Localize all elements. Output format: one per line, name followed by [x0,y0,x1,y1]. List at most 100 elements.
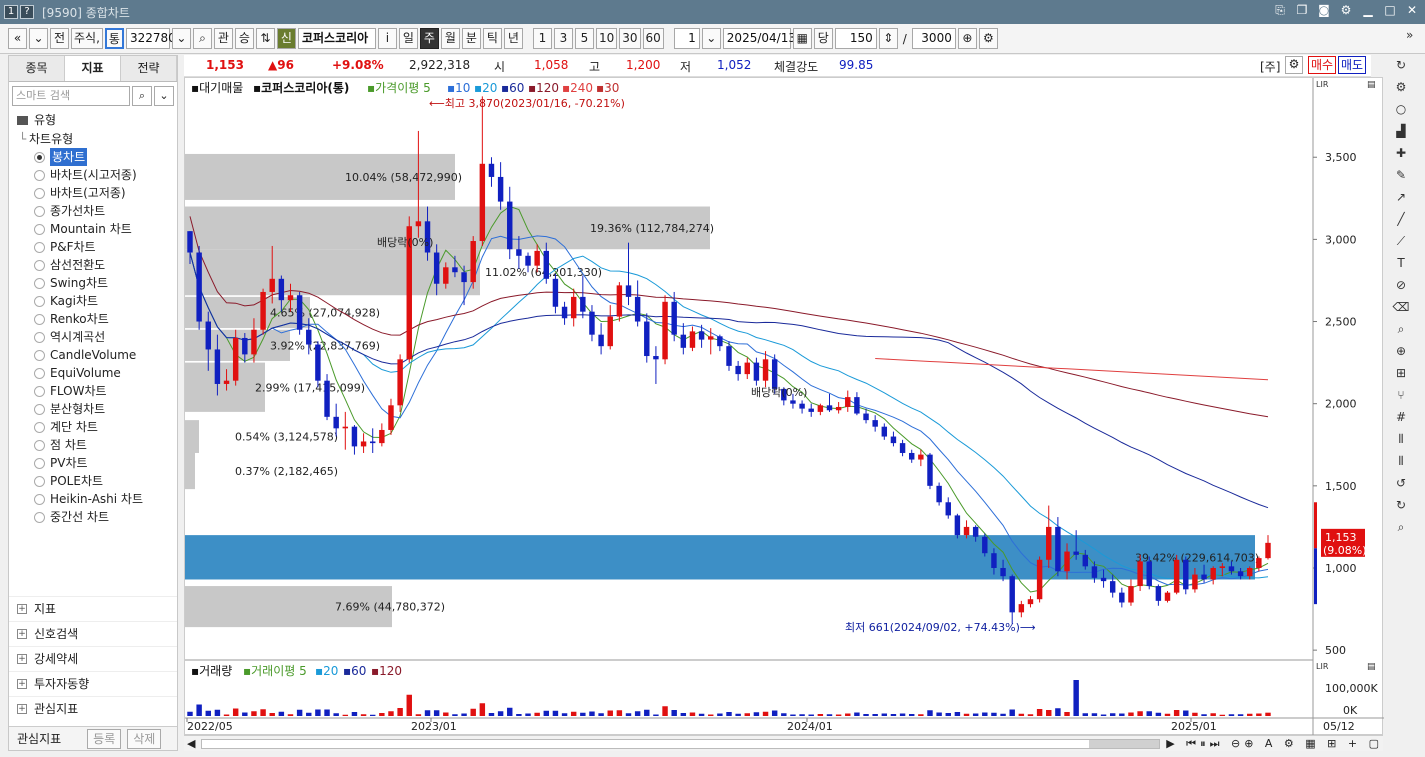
minimize-icon[interactable]: ▁ [1361,3,1375,17]
group-strength[interactable]: + 강세약세 [9,646,177,671]
radio-icon[interactable] [34,187,45,199]
unit-label[interactable]: [주] [1260,58,1280,75]
all-icon[interactable]: ⊘ [1391,275,1411,296]
chart-type-item[interactable]: 계단 차트 [9,418,177,436]
pencil-icon[interactable]: ✎ [1391,165,1411,186]
interval-10-button[interactable]: 10 [595,28,618,49]
radio-icon[interactable] [34,421,45,433]
buy-button[interactable]: 매수 [1308,56,1337,74]
chart-type-item[interactable]: 역시계곡선 [9,328,177,346]
radio-icon[interactable] [34,367,45,379]
crosshair-icon[interactable]: ✚ [1391,143,1411,164]
radio-icon[interactable] [34,277,45,289]
radio-icon[interactable] [34,439,45,451]
copy-icon[interactable]: ❐ [1295,3,1309,17]
type-badge[interactable]: 통 [104,28,124,49]
radio-icon[interactable] [34,205,45,217]
chart-type-header[interactable]: └ 차트유형 [9,130,177,148]
scroll-left-icon[interactable]: ◀ [187,737,195,750]
period-minute-tab[interactable]: 분 [461,28,481,49]
radio-icon[interactable] [34,295,45,307]
period-tick-tab[interactable]: 틱 [482,28,502,49]
radio-icon[interactable] [34,241,45,253]
radio-icon[interactable] [34,151,45,163]
chart-type-item[interactable]: Heikin-Ashi 차트 [9,490,177,508]
interval-3-button[interactable]: 3 [553,28,573,49]
count-input[interactable]: 150 [834,28,877,49]
camera-icon[interactable]: ◙ [1317,3,1331,17]
close-icon[interactable]: ✕ [1405,3,1419,17]
maximize-icon[interactable]: □ [1383,3,1397,17]
current-button[interactable]: 당 [813,28,833,49]
period-week-tab[interactable]: 주 [419,28,439,49]
interval-5-button[interactable]: 5 [574,28,594,49]
tab-strategy[interactable]: 전략 [121,56,177,81]
circle-icon[interactable]: ○ [1391,99,1411,120]
chart-type-item[interactable]: 분산형차트 [9,400,177,418]
sell-button[interactable]: 매도 [1338,56,1367,74]
bars2-icon[interactable]: ⫴ [1391,451,1411,472]
grid-icon[interactable]: ⊞ [1391,363,1411,384]
price-chart[interactable]: 10.04% (58,472,990) 19.36% (112,784,274) 1… [185,78,1384,736]
radio-icon[interactable] [34,349,45,361]
chart-icon[interactable]: ▟ [1391,121,1411,142]
register-button[interactable]: 등록 [87,728,122,749]
search-icon[interactable]: ⌕ [192,28,212,49]
config-icon[interactable]: ⚙ [1285,56,1303,74]
scroll-thumb[interactable] [1089,739,1160,748]
redo-icon[interactable]: ↻ [1391,495,1411,516]
expand-right-icon[interactable]: » [1406,28,1413,42]
radio-icon[interactable] [34,331,45,343]
group-investor-trend[interactable]: + 투자자동향 [9,671,177,696]
ray-icon[interactable]: ↗ [1391,187,1411,208]
group-favorite-indicators[interactable]: + 관심지표 [9,696,177,721]
chart-type-item[interactable]: 바차트(시고저종) [9,166,177,184]
interval-60-button[interactable]: 60 [642,28,664,49]
history-dropdown-button[interactable]: ⌄ [29,28,48,49]
radio-icon[interactable] [34,385,45,397]
seung-button[interactable]: 승 [234,28,254,49]
stock-code-input[interactable]: 322780 [125,28,176,49]
auto-icon[interactable]: ⟋ [1391,231,1411,252]
chart-type-item[interactable]: 종가선차트 [9,202,177,220]
chart-type-item[interactable]: 삼선전환도 [9,256,177,274]
link-icon[interactable]: ⎘ [1273,3,1287,17]
period-month-tab[interactable]: 월 [440,28,460,49]
chart-type-item[interactable]: Mountain 차트 [9,220,177,238]
period-dropdown-button[interactable]: ⌄ [701,28,721,49]
chart-type-item[interactable]: CandleVolume [9,346,177,364]
text-icon[interactable]: T [1391,253,1411,274]
radio-icon[interactable] [34,511,45,523]
refresh-icon[interactable]: ↻ [1391,55,1411,76]
calendar-icon[interactable]: ▦ [792,28,812,49]
group-signal-search[interactable]: + 신호검색 [9,621,177,646]
radio-icon[interactable] [34,457,45,469]
radio-icon[interactable] [34,475,45,487]
collapse-icon[interactable]: ⌄ [154,86,174,106]
chart-area[interactable]: 10.04% (58,472,990) 19.36% (112,784,274) 1… [184,77,1384,736]
smart-search-input[interactable]: 스마트 검색 [12,86,130,106]
stock-name-field[interactable]: 코퍼스코리아 [297,28,376,49]
stock-type-button[interactable]: 주식, [71,28,103,49]
code-dropdown-button[interactable]: ⌄ [171,28,191,49]
interval-30-button[interactable]: 30 [619,28,641,49]
chart-type-item[interactable]: 중간선 차트 [9,508,177,526]
fork-icon[interactable]: ⑂ [1391,385,1411,406]
info-button[interactable]: i [377,28,397,49]
gear-icon[interactable]: ⚙ [1391,77,1411,98]
market-button[interactable]: 전 [50,28,69,49]
chart-type-item[interactable]: FLOW차트 [9,382,177,400]
magnify-icon[interactable]: ⌕ [1391,319,1411,340]
zoom-in-icon[interactable]: ⊕ [957,28,977,49]
zoom-icon[interactable]: ⊕ [1391,341,1411,362]
window-number-icon[interactable]: 1 [4,5,18,19]
total-input[interactable]: 3000 [911,28,956,49]
playback-controls[interactable]: ▶ ⏮⏸⏭ ⊖⊕ A ⚙ ▦ ⊞ + ▢ [1166,737,1383,751]
radio-icon[interactable] [34,169,45,181]
period-year-tab[interactable]: 년 [503,28,523,49]
scroll-track[interactable] [201,738,1161,749]
section-type[interactable]: 유형 [9,110,177,130]
chart-type-item[interactable]: PV차트 [9,454,177,472]
bars-icon[interactable]: ⫴ [1391,429,1411,450]
interval-1-button[interactable]: 1 [532,28,552,49]
